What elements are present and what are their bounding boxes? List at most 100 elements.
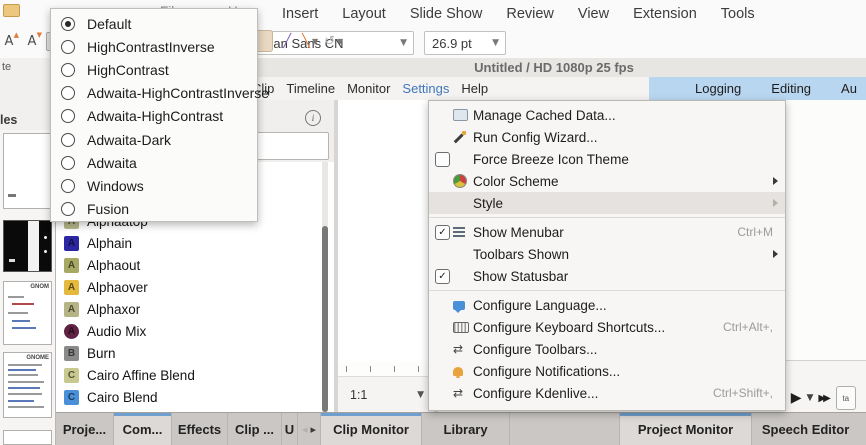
dock-tab-clip-monitor[interactable]: Clip Monitor xyxy=(321,413,422,445)
scroll-right-icon[interactable]: ▸ xyxy=(311,423,317,436)
effect-type-icon: A xyxy=(64,302,79,317)
dock-tab-speech-editor[interactable]: Speech Editor xyxy=(752,413,859,445)
impress-menu-extension[interactable]: Extension xyxy=(633,6,697,22)
swap-arrows-icon: ⇄ xyxy=(453,343,463,355)
style-option-highcontrastinverse[interactable]: HighContrastInverse xyxy=(51,35,257,58)
chevron-down-icon: ▼ xyxy=(486,38,505,48)
chevron-down-icon: ▼ xyxy=(394,38,413,48)
dock-tab-project-monitor[interactable]: Project Monitor xyxy=(620,413,752,445)
effect-item-burn[interactable]: BBurn xyxy=(56,342,322,364)
effect-item-alphaout[interactable]: AAlphaout xyxy=(56,254,322,276)
folder-icon[interactable] xyxy=(3,4,20,17)
radio-icon xyxy=(61,133,75,147)
dock-tab-effects[interactable]: Effects xyxy=(172,413,228,445)
workspace-tab-logging[interactable]: Logging xyxy=(695,81,741,96)
impress-menu-insert[interactable]: Insert xyxy=(282,6,318,22)
menu-item-manage-cached-data[interactable]: Manage Cached Data... xyxy=(429,104,785,126)
kdenlive-menu-timeline[interactable]: Timeline xyxy=(286,81,335,96)
effect-item-cairo-blend[interactable]: CCairo Blend xyxy=(56,386,322,408)
checked-checkbox-icon: ✓ xyxy=(435,225,450,240)
dock-tab-proje[interactable]: Proje... xyxy=(56,413,114,445)
font-increase-icon[interactable]: A▲ xyxy=(0,31,18,51)
menu-item-configure-kdenlive[interactable]: ⇄Configure Kdenlive...Ctrl+Shift+, xyxy=(429,382,785,404)
workspace-tab-au[interactable]: Au xyxy=(841,81,857,96)
scrollbar-thumb[interactable] xyxy=(322,226,328,412)
style-option-adwaita[interactable]: Adwaita xyxy=(51,151,257,174)
impress-menu-layout[interactable]: Layout xyxy=(342,6,386,22)
swap-arrows-icon: ⇄ xyxy=(453,387,463,399)
kdenlive-menu-settings[interactable]: Settings xyxy=(402,81,449,96)
submenu-arrow-icon xyxy=(773,177,778,185)
menu-item-configure-toolbars[interactable]: ⇄Configure Toolbars... xyxy=(429,338,785,360)
effect-item-cairo-affine-blend[interactable]: CCairo Affine Blend xyxy=(56,364,322,386)
slide-thumbnail-1[interactable] xyxy=(3,133,52,209)
line-tool-icon[interactable]: ╱ xyxy=(278,31,296,51)
size-arrow-mark: ▲ xyxy=(14,31,19,39)
style-option-windows[interactable]: Windows xyxy=(51,174,257,197)
radio-icon xyxy=(61,202,75,216)
screen-icon xyxy=(453,109,468,121)
slide-thumbnail-4[interactable]: GNOME xyxy=(3,352,52,418)
impress-menu-tools[interactable]: Tools xyxy=(721,6,755,22)
effect-item-audio-mix[interactable]: AAudio Mix xyxy=(56,320,322,342)
menu-item-show-menubar[interactable]: ✓Show MenubarCtrl+M xyxy=(429,221,785,243)
menu-item-configure-language[interactable]: Configure Language... xyxy=(429,294,785,316)
slide-thumbnail-2[interactable] xyxy=(3,220,52,272)
style-option-fusion[interactable]: Fusion xyxy=(51,198,257,221)
font-size-select[interactable]: 26.9 pt ▼ xyxy=(424,31,506,55)
checked-checkbox-icon: ✓ xyxy=(435,269,450,284)
kdenlive-menu-help[interactable]: Help xyxy=(461,81,488,96)
rotate-tool-icon[interactable]: ↺▼ xyxy=(324,31,343,51)
style-option-default[interactable]: Default xyxy=(51,12,257,35)
clip-monitor-toolbar: 1:1 ▼ xyxy=(338,376,434,412)
font-decrease-icon[interactable]: A▼ xyxy=(23,31,41,51)
scroll-left-icon[interactable]: ◂ xyxy=(302,423,308,436)
wand-icon xyxy=(453,131,466,144)
next-frame-button[interactable]: ▶▶ xyxy=(818,393,830,404)
play-button[interactable]: ▶ xyxy=(791,390,802,406)
screen: Fil H InsertLayoutSlide ShowReviewViewEx… xyxy=(0,0,866,445)
dock-tab-u[interactable]: U xyxy=(282,413,298,445)
effect-item-alphain[interactable]: AAlphain xyxy=(56,232,322,254)
style-option-adwaita-dark[interactable]: Adwaita-Dark xyxy=(51,128,257,151)
menubar-icon xyxy=(453,227,465,237)
radio-icon xyxy=(61,109,75,123)
menu-item-toolbars-shown[interactable]: Toolbars Shown xyxy=(429,243,785,265)
style-option-highcontrast[interactable]: HighContrast xyxy=(51,58,257,81)
slides-panel-title-fragment: les xyxy=(0,113,17,127)
impress-menu-slide-show[interactable]: Slide Show xyxy=(410,6,483,22)
kdenlive-menu-monitor[interactable]: Monitor xyxy=(347,81,390,96)
slide-thumbnail-5[interactable] xyxy=(3,430,52,445)
menu-item-style[interactable]: Style xyxy=(429,192,785,214)
effect-item-alphaxor[interactable]: AAlphaxor xyxy=(56,298,322,320)
effects-list: AAlphaatopAAlphainAAlphaoutAAlphaoverAAl… xyxy=(56,210,322,408)
settings-menu-popup: Manage Cached Data...Run Config Wizard..… xyxy=(428,100,786,411)
info-icon[interactable]: i xyxy=(305,110,321,126)
effect-type-icon: C xyxy=(64,368,79,383)
chevron-down-icon[interactable]: ▼ xyxy=(806,393,813,403)
menu-item-color-scheme[interactable]: Color Scheme xyxy=(429,170,785,192)
workspace-tab-editing[interactable]: Editing xyxy=(771,81,811,96)
menu-item-show-statusbar[interactable]: ✓Show Statusbar xyxy=(429,265,785,287)
menu-item-configure-keyboard-shortcuts[interactable]: Configure Keyboard Shortcuts...Ctrl+Alt+… xyxy=(429,316,785,338)
unchecked-checkbox-icon xyxy=(435,152,450,167)
pen-color-icon[interactable]: ╲▼ xyxy=(301,31,319,51)
clip-monitor-ruler[interactable] xyxy=(338,362,434,376)
style-option-adwaita-highcontrast[interactable]: Adwaita-HighContrast xyxy=(51,105,257,128)
sidebar-text-fragment: te xyxy=(2,61,11,73)
impress-menu-review[interactable]: Review xyxy=(506,6,554,22)
slide-thumbnail-3[interactable]: GNOM xyxy=(3,281,52,345)
menu-item-run-config-wizard[interactable]: Run Config Wizard... xyxy=(429,126,785,148)
effect-item-alphaover[interactable]: AAlphaover xyxy=(56,276,322,298)
menu-item-configure-notifications[interactable]: Configure Notifications... xyxy=(429,360,785,382)
menu-separator xyxy=(429,214,785,221)
dock-tab-clip[interactable]: Clip ... xyxy=(228,413,282,445)
monitor-zoom-select[interactable]: 1:1 xyxy=(338,388,367,402)
menu-item-force-breeze-icon-theme[interactable]: Force Breeze Icon Theme xyxy=(429,148,785,170)
style-option-adwaita-highcontrastinverse[interactable]: Adwaita-HighContrastInverse xyxy=(51,82,257,105)
monitor-extra-button[interactable]: ta xyxy=(836,386,856,410)
impress-menu-view[interactable]: View xyxy=(578,6,609,22)
dock-tab-com[interactable]: Com... xyxy=(114,413,172,445)
dock-tab-library[interactable]: Library xyxy=(422,413,510,445)
radio-icon xyxy=(61,179,75,193)
